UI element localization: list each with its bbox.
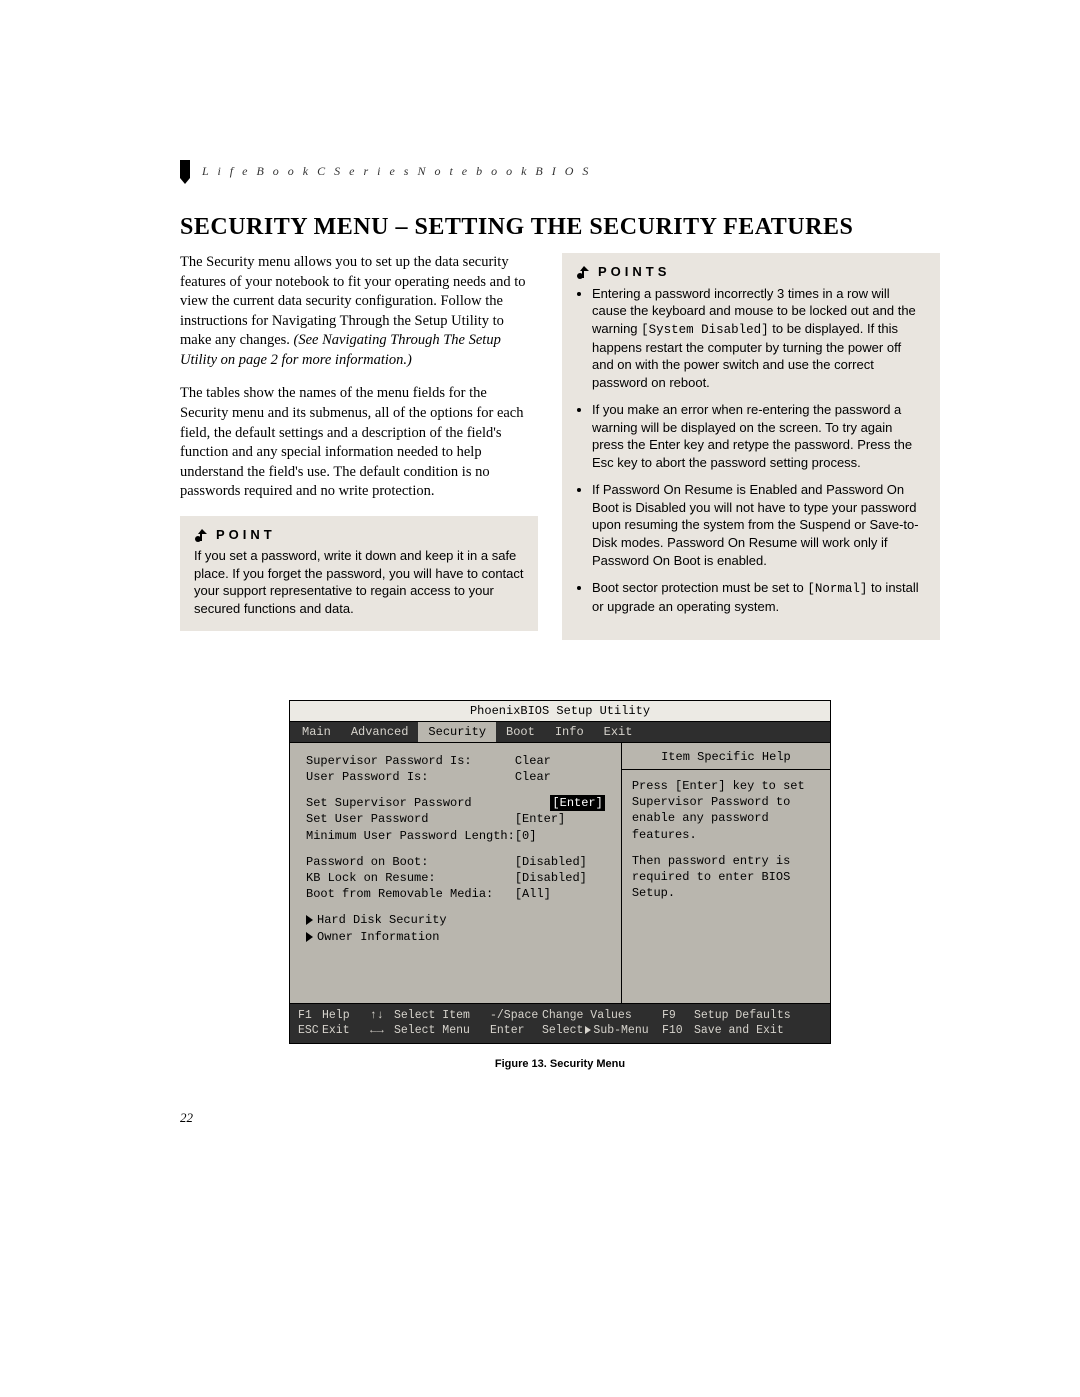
key-enter: Enter <box>490 1023 542 1039</box>
bios-row[interactable]: Password on Boot:[Disabled] <box>306 854 605 870</box>
bios-row[interactable]: Minimum User Password Length:[0] <box>306 828 605 844</box>
points-item: Boot sector protection must be set to [N… <box>592 579 926 615</box>
p3-pre: If Password On Resume is Enabled and Pas… <box>592 482 919 567</box>
bios-tab-info[interactable]: Info <box>545 722 594 742</box>
pointer-hand-icon <box>194 527 210 543</box>
point-callout: POINT If you set a password, write it do… <box>180 516 538 632</box>
bios-field-label: Minimum User Password Length: <box>306 828 515 844</box>
bios-tab-security[interactable]: Security <box>418 722 496 742</box>
bios-tab-exit[interactable]: Exit <box>594 722 643 742</box>
page-number: 22 <box>180 1110 940 1126</box>
bios-field-value-selected[interactable]: [Enter] <box>550 795 604 811</box>
action-select-submenu: SelectSub-Menu <box>542 1023 662 1039</box>
two-column-layout: The Security menu allows you to set up t… <box>180 253 940 640</box>
section-title: SECURITY MENU – SETTING THE SECURITY FEA… <box>180 214 940 241</box>
bios-row[interactable]: Set Supervisor Password[Enter] <box>306 795 605 811</box>
point-body: If you set a password, write it down and… <box>194 547 524 617</box>
key-esc: ESC <box>298 1023 322 1039</box>
bios-row: User Password Is:Clear <box>306 769 605 785</box>
bios-help-text-2: Then password entry is required to enter… <box>632 853 820 902</box>
bios-field-value: Clear <box>515 753 605 769</box>
bios-field-value[interactable]: [Disabled] <box>515 870 605 886</box>
key-leftright: ←→ <box>370 1023 394 1039</box>
pointer-hand-icon <box>576 264 592 280</box>
bios-tab-boot[interactable]: Boot <box>496 722 545 742</box>
bios-row[interactable]: KB Lock on Resume:[Disabled] <box>306 870 605 886</box>
points-title-row: POINTS <box>576 263 926 281</box>
points-callout: POINTS Entering a password incorrectly 3… <box>562 253 940 640</box>
point-title-row: POINT <box>194 526 524 544</box>
bios-title: PhoenixBIOS Setup Utility <box>290 701 830 722</box>
bios-row: Supervisor Password Is:Clear <box>306 753 605 769</box>
triangle-right-icon <box>585 1026 591 1034</box>
bios-body: Supervisor Password Is:Clear User Passwo… <box>290 743 830 1003</box>
key-f1: F1 <box>298 1008 322 1024</box>
bios-help-title: Item Specific Help <box>622 743 830 770</box>
action-select-menu: Select Menu <box>394 1023 490 1039</box>
bios-field-label: Set User Password <box>306 811 515 827</box>
points-item: If you make an error when re-entering th… <box>592 401 926 471</box>
p4-pre: Boot sector protection must be set to <box>592 580 807 595</box>
action-exit: Exit <box>322 1023 370 1039</box>
header-marker-icon <box>180 160 190 184</box>
bios-help-panel: Item Specific Help Press [Enter] key to … <box>622 743 830 1003</box>
p4-code: [Normal] <box>807 582 867 596</box>
points-item: Entering a password incorrectly 3 times … <box>592 285 926 392</box>
bios-row[interactable]: Boot from Removable Media:[All] <box>306 886 605 902</box>
intro-paragraph-2: The tables show the names of the menu fi… <box>180 384 538 501</box>
bios-row[interactable]: Set User Password[Enter] <box>306 811 605 827</box>
bios-submenu-label: Hard Disk Security <box>317 912 447 928</box>
triangle-right-icon <box>306 915 313 925</box>
bios-field-label: Password on Boot: <box>306 854 515 870</box>
bios-field-label: Supervisor Password Is: <box>306 753 515 769</box>
triangle-right-icon <box>306 932 313 942</box>
bios-footer-row: ESC Exit ←→ Select Menu Enter SelectSub-… <box>298 1023 822 1039</box>
p1-code: [System Disabled] <box>641 323 769 337</box>
key-space: -/Space <box>490 1008 542 1024</box>
bios-submenu[interactable]: Hard Disk Security <box>306 912 605 928</box>
bios-left-panel: Supervisor Password Is:Clear User Passwo… <box>290 743 622 1003</box>
bios-field-value[interactable]: [0] <box>515 828 605 844</box>
intro-paragraph-1: The Security menu allows you to set up t… <box>180 253 538 370</box>
bios-field-label: Set Supervisor Password <box>306 795 550 811</box>
left-column: The Security menu allows you to set up t… <box>180 253 538 631</box>
bios-field-label: KB Lock on Resume: <box>306 870 515 886</box>
running-head: L i f e B o o k C S e r i e s N o t e b … <box>180 160 940 184</box>
action-setup-defaults: Setup Defaults <box>694 1008 822 1024</box>
running-head-text: L i f e B o o k C S e r i e s N o t e b … <box>202 164 591 178</box>
bios-field-value[interactable]: [Disabled] <box>515 854 605 870</box>
point-title: POINT <box>216 526 276 544</box>
document-page: L i f e B o o k C S e r i e s N o t e b … <box>0 0 1080 1186</box>
bios-field-label: Boot from Removable Media: <box>306 886 515 902</box>
bios-tab-bar: Main Advanced Security Boot Info Exit <box>290 722 830 743</box>
bios-submenu-label: Owner Information <box>317 929 439 945</box>
bios-field-value[interactable]: [Enter] <box>515 811 605 827</box>
action-save-exit: Save and Exit <box>694 1023 822 1039</box>
bios-field-label: User Password Is: <box>306 769 515 785</box>
key-f9: F9 <box>662 1008 694 1024</box>
key-f10: F10 <box>662 1023 694 1039</box>
points-item: If Password On Resume is Enabled and Pas… <box>592 481 926 569</box>
bios-field-value: Clear <box>515 769 605 785</box>
bios-footer-row: F1 Help ↑↓ Select Item -/Space Change Va… <box>298 1008 822 1024</box>
bios-tab-main[interactable]: Main <box>292 722 341 742</box>
figure-caption: Figure 13. Security Menu <box>180 1058 940 1070</box>
bios-tab-advanced[interactable]: Advanced <box>341 722 419 742</box>
bios-submenu[interactable]: Owner Information <box>306 929 605 945</box>
bios-footer: F1 Help ↑↓ Select Item -/Space Change Va… <box>290 1003 830 1043</box>
action-help: Help <box>322 1008 370 1024</box>
points-title: POINTS <box>598 263 670 281</box>
bios-screenshot: PhoenixBIOS Setup Utility Main Advanced … <box>289 700 831 1044</box>
bios-field-value[interactable]: [All] <box>515 886 605 902</box>
bios-help-text-1: Press [Enter] key to set Supervisor Pass… <box>632 778 820 843</box>
points-list: Entering a password incorrectly 3 times … <box>576 285 926 616</box>
key-updown: ↑↓ <box>370 1008 394 1024</box>
p2-pre: If you make an error when re-entering th… <box>592 402 912 470</box>
action-select-item: Select Item <box>394 1008 490 1024</box>
action-change-values: Change Values <box>542 1008 662 1024</box>
